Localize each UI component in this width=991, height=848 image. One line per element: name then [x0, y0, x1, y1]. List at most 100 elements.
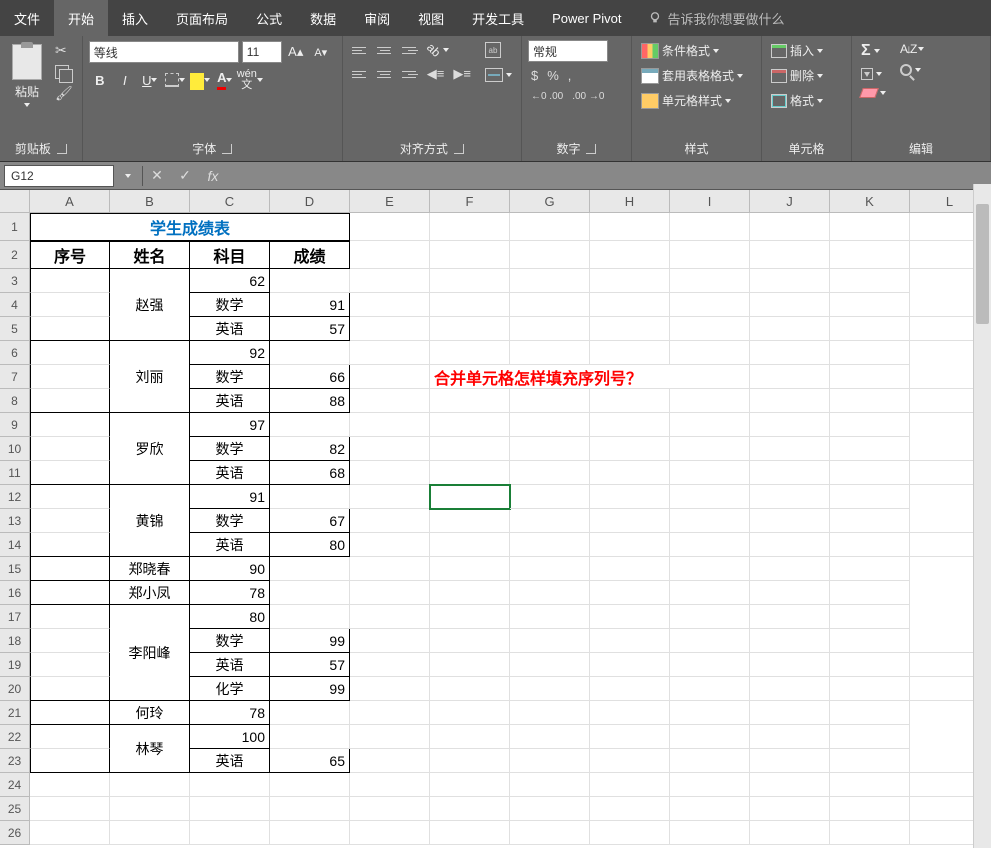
- cell-I15[interactable]: [590, 557, 670, 581]
- cell-I6[interactable]: [590, 341, 670, 365]
- cell-I26[interactable]: [670, 821, 750, 845]
- format-as-table-button[interactable]: 套用表格格式: [638, 65, 746, 86]
- cell-D16[interactable]: 78: [190, 581, 270, 605]
- cell-J24[interactable]: [750, 773, 830, 797]
- column-header-E[interactable]: E: [350, 190, 430, 212]
- cell-A24[interactable]: [30, 773, 110, 797]
- cell-D5[interactable]: 57: [270, 317, 350, 341]
- cell-H3[interactable]: [510, 269, 590, 293]
- cell-E21[interactable]: [270, 701, 350, 725]
- cell-K25[interactable]: [830, 797, 910, 821]
- cell-D22[interactable]: 100: [190, 725, 270, 749]
- cell-F26[interactable]: [430, 821, 510, 845]
- cell-A17[interactable]: [30, 605, 110, 629]
- cell-C18[interactable]: 数学: [190, 629, 270, 653]
- row-header-23[interactable]: 23: [0, 749, 30, 773]
- cell-E16[interactable]: [270, 581, 350, 605]
- cell-G25[interactable]: [510, 797, 590, 821]
- cell-J11[interactable]: [750, 461, 830, 485]
- row-header-4[interactable]: 4: [0, 293, 30, 317]
- cell-D19[interactable]: 57: [270, 653, 350, 677]
- cell-A18[interactable]: [30, 629, 110, 653]
- row-header-15[interactable]: 15: [0, 557, 30, 581]
- cell-H22[interactable]: [510, 725, 590, 749]
- cell-K22[interactable]: [750, 725, 830, 749]
- cell-I9[interactable]: [590, 413, 670, 437]
- increase-indent-button[interactable]: ▶≡: [450, 64, 474, 84]
- increase-font-button[interactable]: A▴: [285, 40, 307, 64]
- comma-style-button[interactable]: ,: [565, 66, 575, 85]
- cell-C4[interactable]: 数学: [190, 293, 270, 317]
- cell[interactable]: [830, 213, 910, 241]
- cell-E6[interactable]: [270, 341, 350, 365]
- cell-E20[interactable]: [350, 677, 430, 701]
- cell-H23[interactable]: [590, 749, 670, 773]
- cell-L15[interactable]: [830, 557, 910, 581]
- cell-F11[interactable]: [430, 461, 510, 485]
- cell[interactable]: [750, 213, 830, 241]
- row-header-24[interactable]: 24: [0, 773, 30, 797]
- percent-button[interactable]: %: [544, 66, 562, 85]
- ribbon-tab-1[interactable]: 开始: [54, 0, 108, 36]
- cell-A10[interactable]: [30, 437, 110, 461]
- cell-G14[interactable]: [510, 533, 590, 557]
- ribbon-tab-4[interactable]: 公式: [242, 0, 296, 36]
- cell-I8[interactable]: [670, 389, 750, 413]
- cell[interactable]: [590, 213, 670, 241]
- cell-B9[interactable]: 罗欣: [110, 413, 190, 485]
- cell-B21[interactable]: 何玲: [110, 701, 190, 725]
- cell-H8[interactable]: [590, 389, 670, 413]
- ribbon-tab-8[interactable]: 开发工具: [458, 0, 538, 36]
- cell-J15[interactable]: [670, 557, 750, 581]
- cell-H2[interactable]: [590, 241, 670, 269]
- column-header-K[interactable]: K: [830, 190, 910, 212]
- cell-L6[interactable]: [830, 341, 910, 365]
- cell-F13[interactable]: [430, 509, 510, 533]
- cell-F15[interactable]: [350, 557, 430, 581]
- cell-F6[interactable]: [350, 341, 430, 365]
- cut-button[interactable]: ✂: [52, 40, 76, 61]
- name-box-dropdown[interactable]: [114, 165, 142, 187]
- find-select-button[interactable]: [897, 62, 927, 78]
- cell-G8[interactable]: [510, 389, 590, 413]
- cell-D10[interactable]: 82: [270, 437, 350, 461]
- row-header-14[interactable]: 14: [0, 533, 30, 557]
- cell-E11[interactable]: [350, 461, 430, 485]
- column-header-H[interactable]: H: [590, 190, 670, 212]
- cell-I23[interactable]: [670, 749, 750, 773]
- cell-C24[interactable]: [190, 773, 270, 797]
- cell-G12[interactable]: [430, 485, 510, 509]
- cell-J10[interactable]: [750, 437, 830, 461]
- cell-D13[interactable]: 67: [270, 509, 350, 533]
- cell-E13[interactable]: [350, 509, 430, 533]
- cell-F16[interactable]: [350, 581, 430, 605]
- ribbon-tab-3[interactable]: 页面布局: [162, 0, 242, 36]
- cell[interactable]: [670, 213, 750, 241]
- cell-K20[interactable]: [830, 677, 910, 701]
- cell-G13[interactable]: [510, 509, 590, 533]
- currency-button[interactable]: $: [528, 66, 541, 85]
- cell-I12[interactable]: [590, 485, 670, 509]
- cell-H4[interactable]: [590, 293, 670, 317]
- cell-H25[interactable]: [590, 797, 670, 821]
- cell-D20[interactable]: 99: [270, 677, 350, 701]
- cell-I18[interactable]: [670, 629, 750, 653]
- cell-H24[interactable]: [590, 773, 670, 797]
- cell-I16[interactable]: [590, 581, 670, 605]
- align-top-button[interactable]: [349, 40, 371, 60]
- cell-H16[interactable]: [510, 581, 590, 605]
- font-size-select[interactable]: [242, 41, 282, 63]
- cell-A9[interactable]: [30, 413, 110, 437]
- cell-K3[interactable]: [750, 269, 830, 293]
- clear-button[interactable]: [858, 86, 889, 100]
- wrap-text-button[interactable]: ab: [482, 40, 515, 60]
- paste-button[interactable]: 粘贴: [6, 40, 48, 111]
- cell-J17[interactable]: [670, 605, 750, 629]
- name-box[interactable]: G12: [4, 165, 114, 187]
- row-header-11[interactable]: 11: [0, 461, 30, 485]
- cell-A21[interactable]: [30, 701, 110, 725]
- row-header-6[interactable]: 6: [0, 341, 30, 365]
- cell-G6[interactable]: [430, 341, 510, 365]
- align-bottom-button[interactable]: [399, 40, 421, 60]
- row-header-16[interactable]: 16: [0, 581, 30, 605]
